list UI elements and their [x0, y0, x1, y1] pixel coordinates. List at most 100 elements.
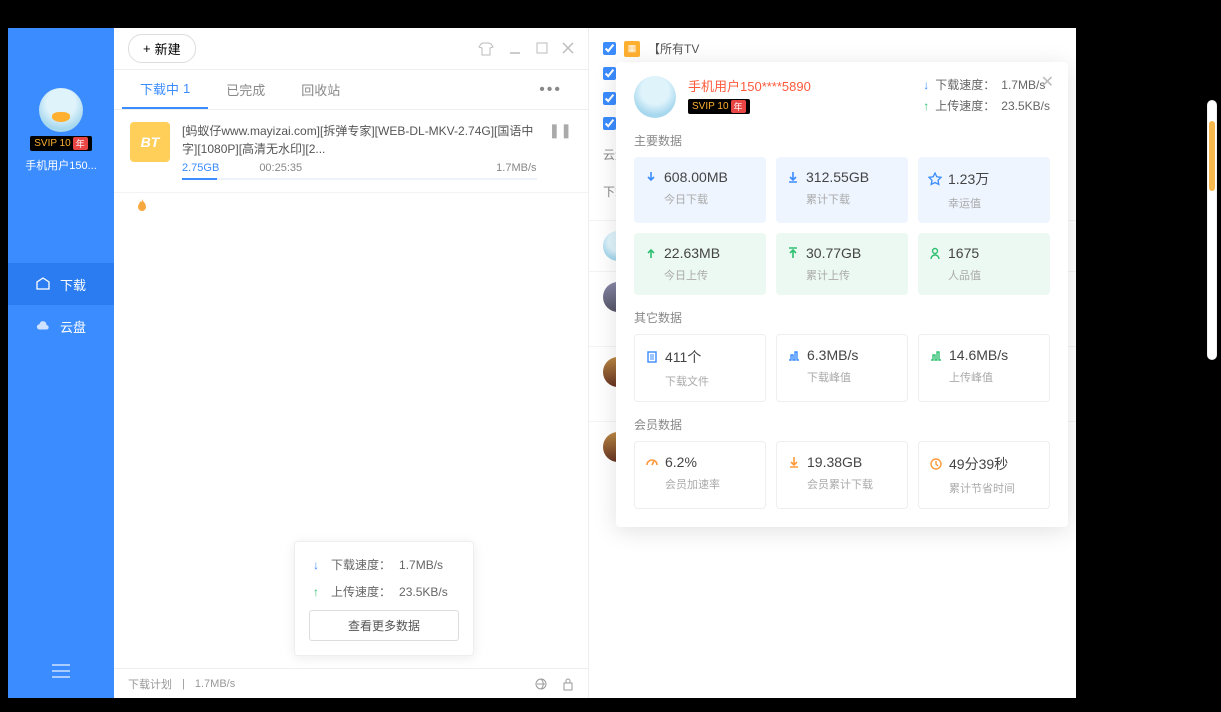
hamburger-menu[interactable] [52, 664, 70, 678]
stats-ul-label: 上传速度： [935, 97, 995, 114]
stat-label: 累计下载 [806, 191, 898, 207]
stat-value: 6.2% [665, 454, 697, 470]
stat-card: 1.23万幸运值 [918, 157, 1050, 223]
file-row[interactable]: ▦ 【所有TV [603, 36, 1062, 61]
section-title-other: 其它数据 [634, 309, 1050, 326]
file-checkbox[interactable] [603, 67, 616, 80]
bird-avatar-icon [634, 76, 676, 118]
fire-icon [136, 199, 148, 213]
stat-value: 608.00MB [664, 169, 728, 185]
close-icon[interactable]: ✕ [1041, 72, 1054, 92]
stat-label: 累计上传 [806, 267, 898, 283]
lock-icon[interactable] [562, 677, 574, 691]
tab-label: 下载中 [140, 79, 179, 98]
stat-label: 幸运值 [948, 195, 1040, 211]
scrollbar-track[interactable] [1207, 100, 1217, 360]
ie-icon[interactable] [534, 677, 548, 691]
popup-ul-value: 23.5KB/s [399, 585, 448, 599]
minimize-icon[interactable] [508, 42, 522, 56]
stat-label: 今日下载 [664, 191, 756, 207]
download-progress [182, 178, 537, 180]
tab-count: 1 [183, 81, 190, 96]
user-avatar-area[interactable]: SVIP 10 年 手机用户150... [25, 88, 97, 173]
tabs: 下载中 1 已完成 回收站 ••• [114, 70, 588, 110]
popup-dl-value: 1.7MB/s [399, 558, 443, 572]
file-checkbox[interactable] [603, 42, 616, 55]
stat-label: 下载峰值 [807, 369, 897, 385]
stat-label: 累计节省时间 [949, 480, 1039, 496]
stat-label: 上传峰值 [949, 369, 1039, 385]
scrollbar-thumb[interactable] [1209, 121, 1215, 191]
file-checkbox[interactable] [603, 92, 616, 105]
stat-value: 19.38GB [807, 454, 862, 470]
down-total-icon [786, 170, 800, 184]
bt-file-icon: BT [130, 122, 170, 162]
stat-card: 49分39秒累计节省时间 [918, 441, 1050, 509]
tab-more-icon[interactable]: ••• [521, 81, 580, 99]
accelerate-row[interactable] [114, 193, 588, 219]
maximize-icon[interactable] [536, 42, 548, 56]
window-controls [478, 42, 574, 56]
person-icon [928, 246, 942, 260]
download-time: 00:25:35 [259, 162, 302, 174]
download-icon [36, 277, 50, 291]
stats-panel: ✕ 手机用户150****5890 SVIP 10 年 ↓下载速度：1.7MB/… [616, 62, 1068, 527]
tab-label: 已完成 [226, 80, 265, 99]
stat-card: 30.77GB 累计上传 [776, 233, 908, 295]
popup-dl-label: 下载速度： [331, 556, 391, 573]
bird-avatar-icon [39, 88, 83, 132]
status-bar: 下载计划 | 1.7MB/s [114, 668, 588, 698]
stat-card: 608.00MB 今日下载 [634, 157, 766, 223]
download-meta: 2.75GB 00:25:35 1.7MB/s [182, 162, 537, 174]
popup-ul-label: 上传速度： [331, 583, 391, 600]
stat-card: 14.6MB/s上传峰值 [918, 334, 1050, 402]
vip-label: SVIP 10 [34, 138, 71, 149]
stats-ul-value: 23.5KB/s [1001, 99, 1050, 113]
stats-dl-value: 1.7MB/s [1001, 78, 1045, 92]
clock-icon [929, 457, 943, 471]
nav-cloud[interactable]: 云盘 [8, 305, 114, 347]
down-total-icon [787, 455, 801, 469]
arrow-up-icon: ↑ [309, 585, 323, 599]
stat-label: 下载文件 [665, 373, 755, 389]
status-speed: 1.7MB/s [195, 678, 235, 690]
up-total-icon [786, 246, 800, 260]
tab-downloading[interactable]: 下载中 1 [122, 70, 208, 109]
stat-value: 1.23万 [948, 169, 989, 189]
nav-cloud-label: 云盘 [60, 317, 86, 336]
close-icon[interactable] [562, 42, 574, 56]
stat-card: 1675人品值 [918, 233, 1050, 295]
speed-popup: ↓ 下载速度： 1.7MB/s ↑ 上传速度： 23.5KB/s 查看更多数据 [294, 541, 474, 656]
section-title-main: 主要数据 [634, 132, 1050, 149]
main-pane: + 新建 下载中 1 已完成 回收站 ••• [114, 28, 588, 698]
stat-card: 411个下载文件 [634, 334, 766, 402]
status-plan[interactable]: 下载计划 [128, 676, 172, 692]
tab-trash[interactable]: 回收站 [283, 70, 358, 109]
arrow-down-icon: ↓ [923, 78, 929, 92]
nav-download-label: 下载 [60, 275, 86, 294]
download-item[interactable]: BT [蚂蚁仔www.mayizai.com][拆弹专家][WEB-DL-MKV… [114, 110, 588, 193]
stat-value: 22.63MB [664, 245, 720, 261]
tab-finished[interactable]: 已完成 [208, 70, 283, 109]
arrow-up-icon: ↑ [923, 99, 929, 113]
sidebar-username: 手机用户150... [25, 157, 97, 173]
select-all-checkbox[interactable] [603, 117, 616, 130]
peak-icon [929, 348, 943, 362]
nav-download[interactable]: 下载 [8, 263, 114, 305]
stats-speeds: ↓下载速度：1.7MB/s ↑上传速度：23.5KB/s [923, 76, 1050, 118]
stat-card: 6.2%会员加速率 [634, 441, 766, 509]
download-info: [蚂蚁仔www.mayizai.com][拆弹专家][WEB-DL-MKV-2.… [182, 122, 537, 180]
stat-value: 30.77GB [806, 245, 861, 261]
member-grid: 6.2%会员加速率19.38GB会员累计下载49分39秒累计节省时间 [634, 441, 1050, 509]
stat-value: 411个 [665, 347, 701, 367]
view-more-data-button[interactable]: 查看更多数据 [309, 610, 459, 641]
stats-username: 手机用户150****5890 [688, 76, 811, 95]
new-button[interactable]: + 新建 [128, 34, 196, 63]
vip-badge: SVIP 10 年 [688, 99, 750, 114]
download-size: 2.75GB [182, 162, 219, 174]
popup-ul-row: ↑ 上传速度： 23.5KB/s [309, 583, 459, 600]
pause-icon[interactable]: ❚❚ [549, 122, 572, 180]
stat-value: 312.55GB [806, 169, 869, 185]
skin-icon[interactable] [478, 42, 494, 56]
popup-dl-row: ↓ 下载速度： 1.7MB/s [309, 556, 459, 573]
